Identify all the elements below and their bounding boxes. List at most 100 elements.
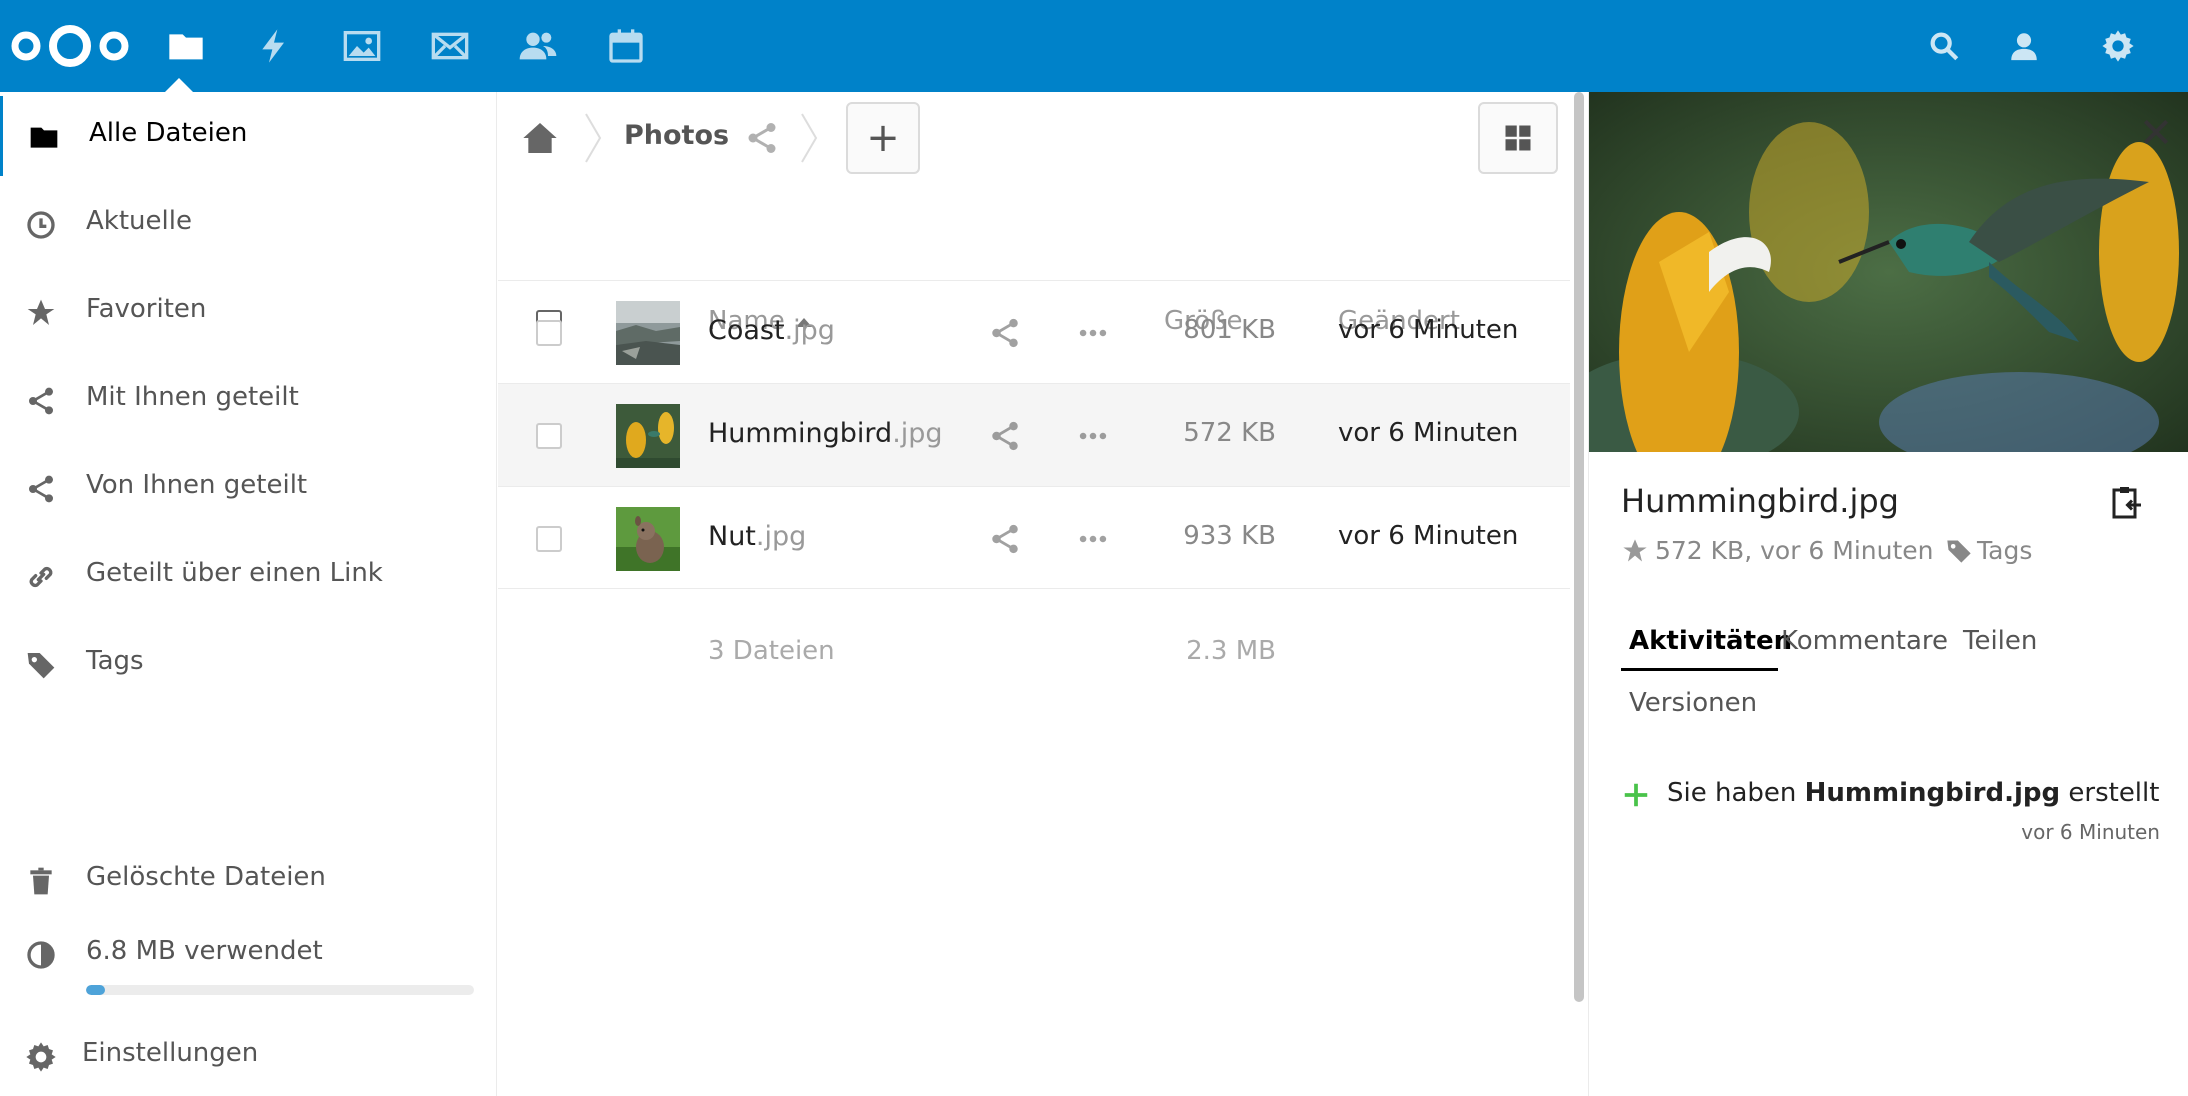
more-actions-icon[interactable] bbox=[1076, 419, 1110, 453]
sidebar-item-label: Tags bbox=[86, 646, 144, 676]
gear-icon[interactable] bbox=[2098, 26, 2138, 66]
active-app-indicator bbox=[165, 78, 193, 92]
grid-icon bbox=[1505, 125, 1531, 151]
sidebar-item-settings[interactable]: Einstellungen bbox=[0, 1016, 496, 1096]
new-file-button[interactable]: + bbox=[846, 102, 920, 174]
breadcrumb-folder[interactable]: Photos bbox=[624, 120, 729, 151]
star-icon bbox=[24, 296, 58, 330]
file-size: 933 KB bbox=[1183, 521, 1276, 551]
clipboard-icon[interactable] bbox=[2108, 484, 2144, 520]
sidebar-quota: 6.8 MB verwendet bbox=[0, 914, 496, 994]
quota-progress-fill bbox=[86, 985, 106, 995]
folder-icon bbox=[27, 120, 61, 154]
table-row[interactable]: Coast.jpg 801 KB vor 6 Minuten bbox=[498, 280, 1570, 383]
add-icon bbox=[1624, 783, 1648, 807]
tab-sharing[interactable]: Teilen bbox=[1963, 626, 2037, 656]
active-tab-underline bbox=[1621, 668, 1778, 671]
pie-chart-icon bbox=[24, 938, 58, 972]
close-icon[interactable] bbox=[2140, 116, 2172, 148]
share-icon[interactable] bbox=[988, 419, 1022, 453]
search-icon[interactable] bbox=[1924, 26, 1964, 66]
sidebar-item-shared-by-link[interactable]: Geteilt über einen Link bbox=[0, 536, 496, 616]
sidebar-item-all-files[interactable]: Alle Dateien bbox=[0, 96, 496, 176]
home-icon[interactable] bbox=[520, 118, 560, 158]
row-checkbox[interactable] bbox=[536, 423, 562, 449]
hummingbird-preview-image bbox=[1589, 92, 2188, 452]
details-tags-label: Tags bbox=[1977, 536, 2033, 565]
sidebar-item-favorites[interactable]: Favoriten bbox=[0, 272, 496, 352]
file-name[interactable]: Hummingbird.jpg bbox=[708, 418, 943, 449]
sidebar-item-label: Mit Ihnen geteilt bbox=[86, 382, 299, 412]
top-header bbox=[0, 0, 2188, 92]
details-meta: 572 KB, vor 6 Minuten bbox=[1621, 536, 1934, 565]
scrollbar[interactable] bbox=[1572, 92, 1586, 1096]
sidebar-item-label: Gelöschte Dateien bbox=[86, 862, 326, 892]
sidebar-item-label: Geteilt über einen Link bbox=[86, 558, 383, 588]
sidebar-item-label: Favoriten bbox=[86, 294, 207, 324]
hummingbird-thumbnail bbox=[616, 404, 680, 468]
calendar-icon[interactable] bbox=[604, 24, 648, 68]
tab-versions[interactable]: Versionen bbox=[1629, 688, 1757, 718]
link-icon bbox=[24, 560, 58, 594]
breadcrumb-separator bbox=[801, 113, 818, 163]
quota-progress-bar bbox=[86, 985, 474, 995]
share-icon[interactable] bbox=[988, 316, 1022, 350]
grid-view-button[interactable] bbox=[1478, 102, 1558, 174]
activity-time: vor 6 Minuten bbox=[2021, 820, 2160, 844]
tag-icon bbox=[24, 648, 58, 682]
details-tags[interactable]: Tags bbox=[1945, 536, 2032, 565]
scrollbar-thumb[interactable] bbox=[1574, 92, 1584, 1002]
breadcrumb-separator bbox=[585, 113, 602, 163]
sidebar-item-tags[interactable]: Tags bbox=[0, 624, 496, 704]
clock-icon bbox=[24, 208, 58, 242]
sidebar-item-label: Aktuelle bbox=[86, 206, 192, 236]
file-modified: vor 6 Minuten bbox=[1338, 418, 1519, 448]
file-name[interactable]: Coast.jpg bbox=[708, 315, 835, 346]
sidebar-item-shared-with-you[interactable]: Mit Ihnen geteilt bbox=[0, 360, 496, 440]
sidebar-item-deleted-files[interactable]: Gelöschte Dateien bbox=[0, 840, 496, 920]
activity-entry: Sie haben Hummingbird.jpg erstellt bbox=[1667, 778, 2160, 808]
coast-thumbnail bbox=[616, 301, 680, 365]
sidebar-item-label: Alle Dateien bbox=[89, 118, 248, 148]
row-checkbox[interactable] bbox=[536, 320, 562, 346]
navigation-sidebar: Alle Dateien Aktuelle Favoriten Mit Ihne… bbox=[0, 92, 497, 1096]
file-name[interactable]: Nut.jpg bbox=[708, 521, 806, 552]
star-icon[interactable] bbox=[1621, 537, 1649, 565]
file-size: 801 KB bbox=[1183, 315, 1276, 345]
details-meta-text: 572 KB, vor 6 Minuten bbox=[1655, 536, 1934, 565]
summary-file-count: 3 Dateien bbox=[708, 636, 835, 666]
more-actions-icon[interactable] bbox=[1076, 522, 1110, 556]
table-row[interactable]: Hummingbird.jpg 572 KB vor 6 Minuten bbox=[498, 383, 1570, 486]
share-icon bbox=[24, 472, 58, 506]
table-row[interactable]: Nut.jpg 933 KB vor 6 Minuten bbox=[498, 486, 1570, 589]
file-size: 572 KB bbox=[1183, 418, 1276, 448]
mail-icon[interactable] bbox=[428, 24, 472, 68]
sidebar-item-recent[interactable]: Aktuelle bbox=[0, 184, 496, 264]
lightning-icon[interactable] bbox=[252, 24, 296, 68]
quota-label: 6.8 MB verwendet bbox=[86, 936, 323, 966]
share-icon bbox=[24, 384, 58, 418]
file-modified: vor 6 Minuten bbox=[1338, 315, 1519, 345]
trash-icon bbox=[24, 864, 58, 898]
folder-icon[interactable] bbox=[164, 24, 208, 68]
summary-divider bbox=[498, 588, 1570, 589]
sidebar-item-label: Einstellungen bbox=[82, 1038, 259, 1068]
more-actions-icon[interactable] bbox=[1076, 316, 1110, 350]
sidebar-item-label: Von Ihnen geteilt bbox=[86, 470, 308, 500]
summary-total-size: 2.3 MB bbox=[1186, 636, 1276, 666]
tab-comments[interactable]: Kommentare bbox=[1781, 626, 1948, 656]
sidebar-item-shared-by-you[interactable]: Von Ihnen geteilt bbox=[0, 448, 496, 528]
file-list-area: Photos + Name Größe Geändert Coast.jpg 8… bbox=[498, 92, 1570, 1096]
contacts-icon[interactable] bbox=[516, 24, 560, 68]
nextcloud-logo[interactable] bbox=[8, 22, 132, 70]
tab-activities[interactable]: Aktivitäten bbox=[1629, 626, 1792, 656]
tag-icon bbox=[1947, 540, 1971, 563]
user-icon[interactable] bbox=[2004, 26, 2044, 66]
share-icon[interactable] bbox=[744, 120, 780, 156]
nut-thumbnail bbox=[616, 507, 680, 571]
image-icon[interactable] bbox=[340, 24, 384, 68]
row-checkbox[interactable] bbox=[536, 526, 562, 552]
details-sidebar: Hummingbird.jpg 572 KB, vor 6 Minuten Ta… bbox=[1588, 92, 2188, 1096]
share-icon[interactable] bbox=[988, 522, 1022, 556]
file-modified: vor 6 Minuten bbox=[1338, 521, 1519, 551]
